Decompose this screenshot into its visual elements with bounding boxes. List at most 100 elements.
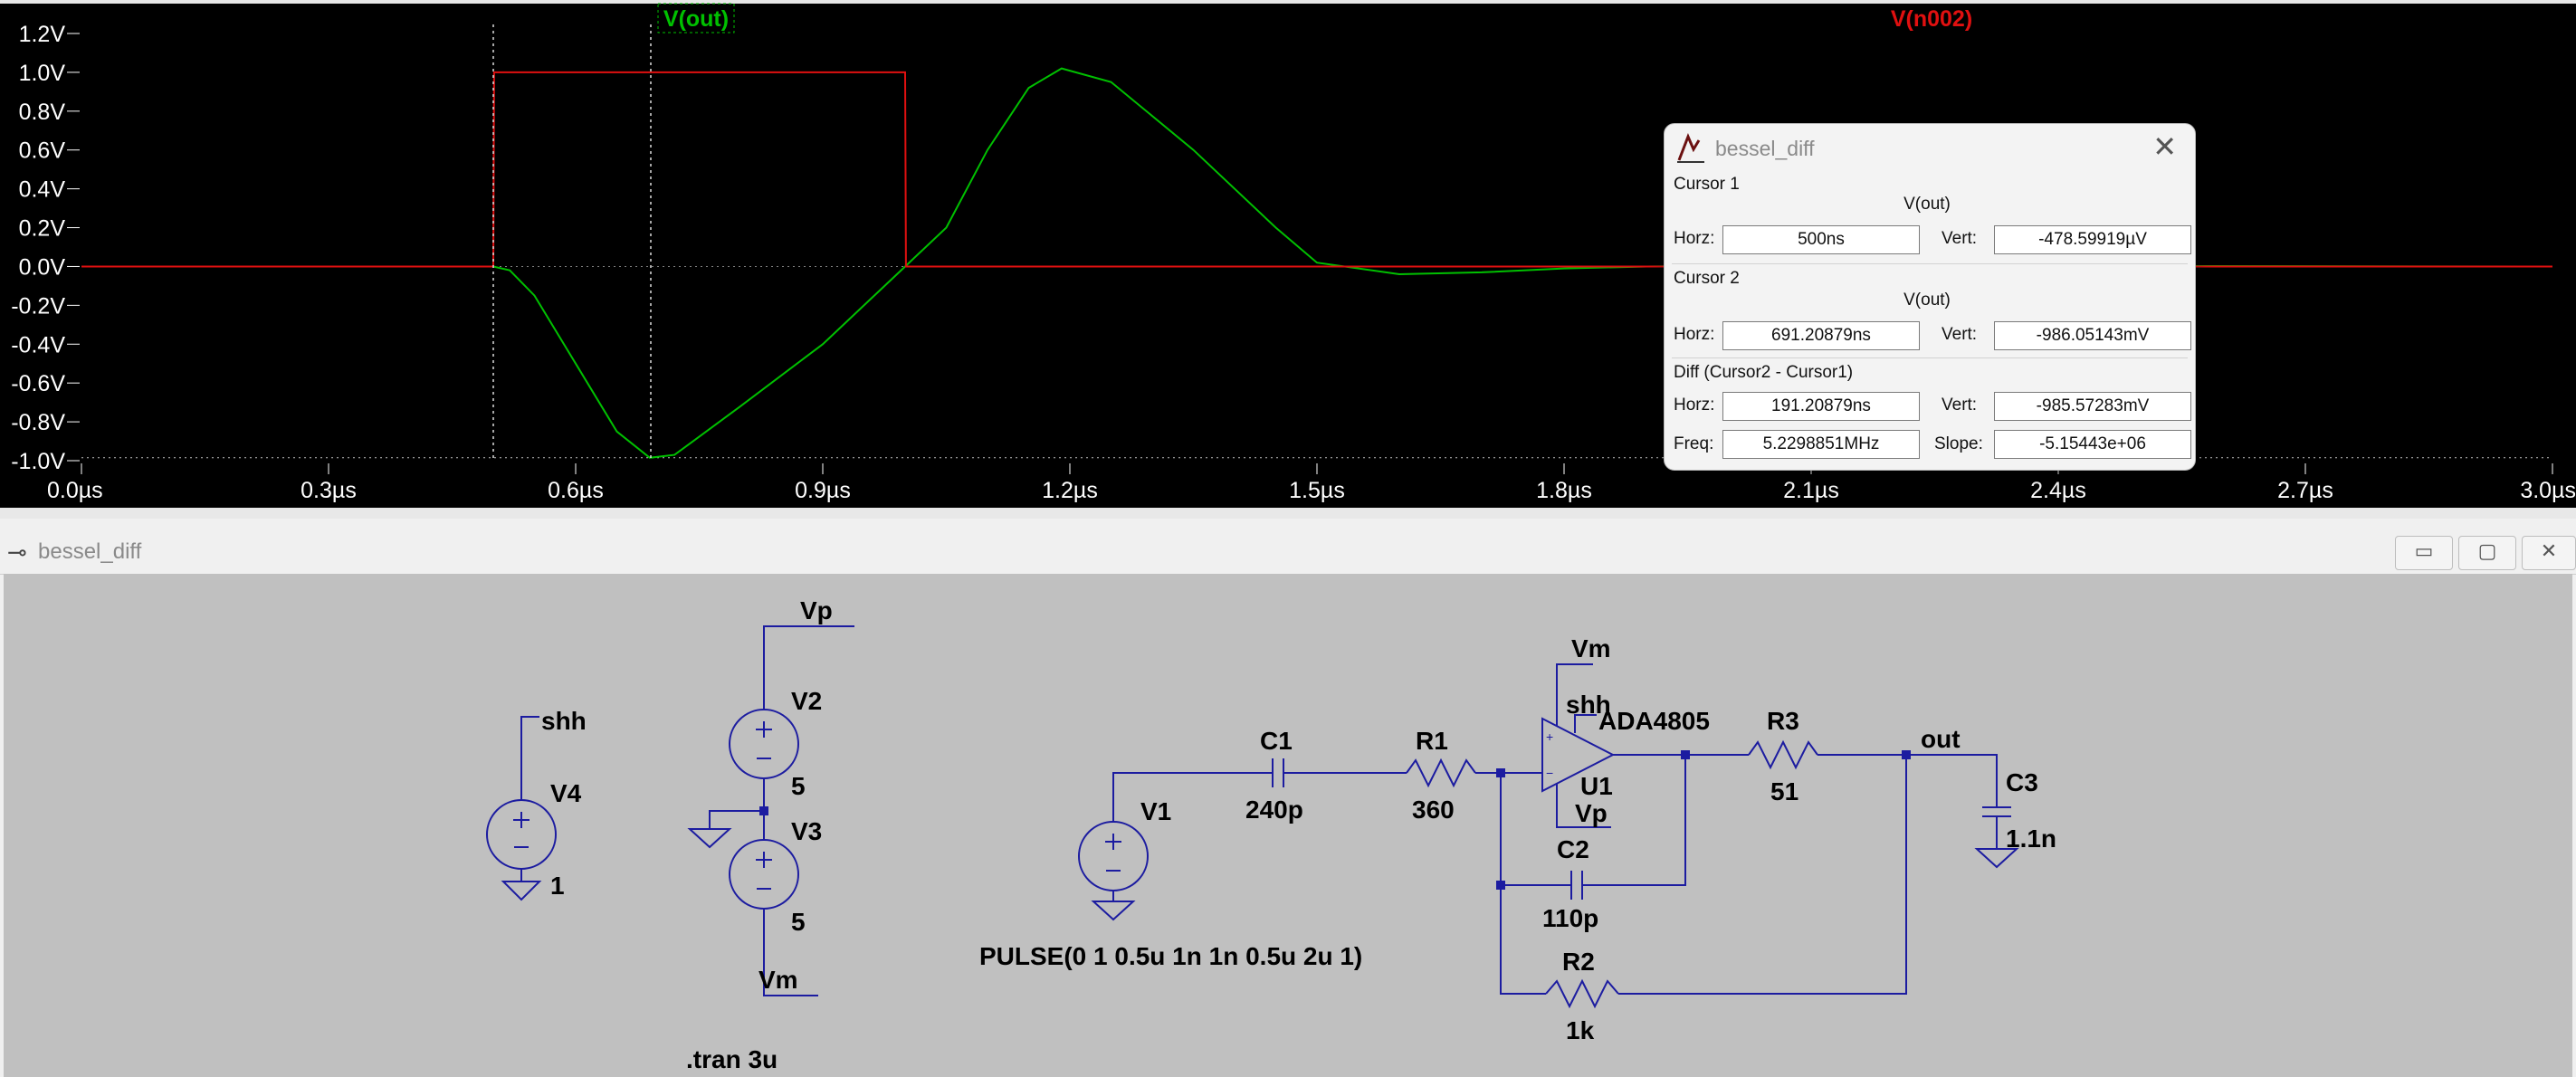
- cursor-readout-dialog[interactable]: bessel_diff ✕ Cursor 1 V(out) Horz: 500n…: [1664, 123, 2196, 471]
- dialog-close-icon[interactable]: ✕: [2152, 129, 2177, 164]
- diff-vert-field[interactable]: -985.57283mV: [1994, 392, 2191, 421]
- x-tick-label: 3.0µs: [2520, 478, 2576, 503]
- c3-value[interactable]: 1.1n: [2006, 824, 2056, 853]
- schematic-canvas[interactable]: shh V4 1 Vp V2 5 V3 5 Vm V1 PULSE(0 1 0.…: [4, 574, 2572, 1077]
- separator: [1672, 263, 2188, 264]
- diff-freq-field[interactable]: 5.2298851MHz: [1722, 430, 1920, 459]
- r3-name[interactable]: R3: [1767, 707, 1799, 735]
- x-tick-label: 2.7µs: [2277, 478, 2333, 503]
- v1-pulse-spec[interactable]: PULSE(0 1 0.5u 1n 1n 0.5u 2u 1): [979, 942, 1362, 970]
- y-tick-label: 0.2V: [19, 216, 66, 242]
- x-tick-label: 0.0µs: [47, 478, 103, 503]
- y-tick-label: 1.2V: [19, 22, 66, 47]
- cursor2-horz-field[interactable]: 691.20879ns: [1722, 321, 1920, 350]
- r1-value[interactable]: 360: [1412, 796, 1455, 824]
- c2-name[interactable]: C2: [1557, 835, 1589, 863]
- y-tick-label: 0.4V: [19, 177, 66, 203]
- wire[interactable]: [1618, 755, 1907, 995]
- net-label-out[interactable]: out: [1921, 725, 1961, 753]
- c1-value[interactable]: 240p: [1245, 796, 1303, 824]
- minimize-button[interactable]: ▭: [2395, 536, 2453, 570]
- opamp-model[interactable]: ADA4805: [1598, 707, 1710, 735]
- close-button[interactable]: ✕: [2522, 536, 2576, 570]
- schematic-window-title: bessel_diff: [38, 539, 142, 564]
- diff-vert-label: Vert:: [1942, 396, 1978, 415]
- junction-dot: [1902, 750, 1911, 759]
- cursor1-horz-field[interactable]: 500ns: [1722, 225, 1920, 254]
- v4-value[interactable]: 1: [550, 872, 565, 900]
- net-label-vm[interactable]: Vm: [758, 966, 798, 994]
- opamp-minus-pin: −: [1546, 766, 1553, 780]
- v3-name[interactable]: V3: [791, 817, 822, 845]
- separator: [1672, 357, 2188, 358]
- r2-name[interactable]: R2: [1562, 948, 1595, 976]
- schematic-app-icon: ⊸: [7, 538, 27, 566]
- v1-source[interactable]: [1078, 821, 1149, 891]
- r2-value[interactable]: 1k: [1566, 1016, 1595, 1044]
- maximize-button[interactable]: ▢: [2458, 536, 2516, 570]
- vout-trace-label[interactable]: V(out): [663, 6, 729, 32]
- wire[interactable]: [520, 716, 539, 739]
- wire[interactable]: [709, 810, 764, 829]
- c2-value[interactable]: 110p: [1542, 904, 1598, 932]
- ltspice-logo-icon: [1677, 133, 1704, 163]
- net-label-vp[interactable]: Vp: [800, 596, 833, 624]
- v2-value[interactable]: 5: [791, 772, 806, 800]
- diff-heading: Diff (Cursor2 - Cursor1): [1674, 363, 1854, 382]
- x-tick-label: 0.6µs: [548, 478, 604, 503]
- diff-horz-field[interactable]: 191.20879ns: [1722, 392, 1920, 421]
- v3-value[interactable]: 5: [791, 908, 806, 936]
- v4-name[interactable]: V4: [550, 779, 582, 807]
- x-tick-label: 2.4µs: [2030, 478, 2086, 503]
- net-label-shh[interactable]: shh: [541, 707, 587, 735]
- y-tick-label: -0.4V: [11, 332, 65, 357]
- cursor2-horz-label: Horz:: [1674, 325, 1715, 344]
- wire[interactable]: [1906, 754, 1998, 807]
- opamp-plus-pin: +: [1546, 729, 1553, 744]
- cursor2-trace: V(out): [1903, 291, 1951, 310]
- ground-symbol: [687, 828, 732, 849]
- opamp-name[interactable]: U1: [1580, 772, 1613, 800]
- wire[interactable]: [763, 625, 854, 682]
- v2-name[interactable]: V2: [791, 687, 822, 715]
- wire[interactable]: [1112, 772, 1262, 822]
- schematic-titlebar[interactable]: ⊸ bessel_diff ▭ ▢ ✕: [0, 531, 2576, 575]
- y-tick-label: -0.2V: [11, 293, 65, 319]
- r1-name[interactable]: R1: [1416, 727, 1448, 755]
- v3-source[interactable]: [729, 839, 799, 910]
- cursor2-heading: Cursor 2: [1674, 269, 1740, 288]
- cursor2-vert-field[interactable]: -986.05143mV: [1994, 321, 2191, 350]
- y-tick-label: 0.6V: [19, 138, 66, 164]
- y-tick-label: 0.8V: [19, 100, 66, 125]
- v1-name[interactable]: V1: [1140, 797, 1171, 825]
- r3-value[interactable]: 51: [1770, 777, 1798, 805]
- junction-dot: [1496, 768, 1505, 777]
- wire[interactable]: [1500, 885, 1546, 995]
- x-tick-label: 0.9µs: [795, 478, 851, 503]
- r2-resistor[interactable]: [1545, 978, 1619, 1009]
- v2-source[interactable]: [729, 709, 799, 779]
- cursor1-heading: Cursor 1: [1674, 175, 1740, 194]
- dialog-title: bessel_diff: [1715, 137, 1815, 160]
- r3-resistor[interactable]: [1748, 739, 1818, 770]
- c1-name[interactable]: C1: [1260, 727, 1293, 755]
- tran-directive[interactable]: .tran 3u: [686, 1045, 778, 1073]
- y-tick-label: 1.0V: [19, 61, 66, 86]
- vn002-trace-label[interactable]: V(n002): [1891, 6, 1972, 32]
- cursor2-vert-label: Vert:: [1942, 325, 1978, 344]
- cursor1-trace: V(out): [1903, 195, 1951, 214]
- wire[interactable]: [1500, 773, 1560, 886]
- x-tick-label: 0.3µs: [301, 478, 357, 503]
- ground-symbol: [1091, 901, 1136, 921]
- diff-slope-field[interactable]: -5.15443e+06: [1994, 430, 2191, 459]
- opamp-vp-net[interactable]: Vp: [1575, 799, 1608, 827]
- opamp-vm-net[interactable]: Vm: [1571, 634, 1611, 662]
- y-tick-label: -0.6V: [11, 371, 65, 396]
- diff-slope-label: Slope:: [1934, 434, 1983, 453]
- ground-symbol: [501, 881, 542, 901]
- v4-source[interactable]: [486, 799, 557, 870]
- cursor1-vert-field[interactable]: -478.59919µV: [1994, 225, 2191, 254]
- r1-resistor[interactable]: [1406, 758, 1476, 788]
- c3-name[interactable]: C3: [2006, 768, 2038, 796]
- diff-horz-label: Horz:: [1674, 396, 1715, 415]
